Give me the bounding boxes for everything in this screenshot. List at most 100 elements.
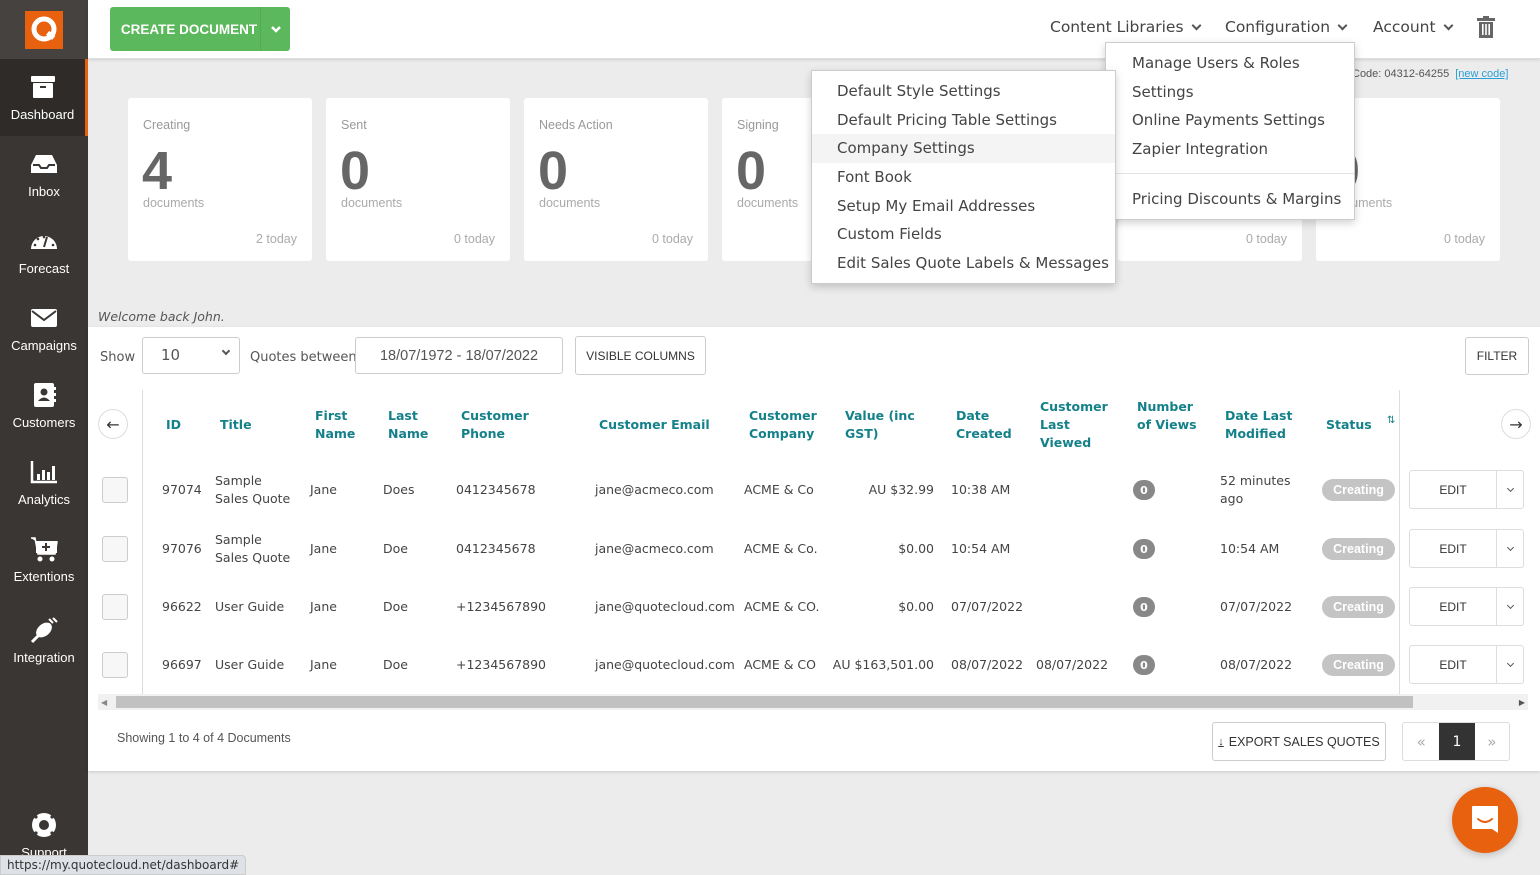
cell-phone: +1234567890 bbox=[456, 599, 547, 614]
horizontal-scrollbar[interactable]: ◀ ▶ bbox=[98, 694, 1528, 710]
envelope-icon bbox=[31, 309, 57, 327]
sidebar-item-campaigns[interactable]: Campaigns bbox=[0, 290, 88, 367]
edit-dropdown-toggle[interactable] bbox=[1496, 646, 1523, 683]
date-range-input[interactable]: 18/07/1972 - 18/07/2022 bbox=[355, 337, 563, 374]
edit-button[interactable]: EDIT bbox=[1410, 530, 1496, 567]
menu-item-font-book[interactable]: Font Book bbox=[812, 163, 1115, 192]
column-header-customer-last-viewed[interactable]: Customer Last Viewed bbox=[1040, 398, 1120, 452]
create-document-label: CREATE DOCUMENT bbox=[120, 21, 258, 37]
page-size-select[interactable]: 10 bbox=[142, 337, 240, 374]
chevron-down-icon bbox=[1506, 659, 1514, 667]
menu-item-default-style[interactable]: Default Style Settings bbox=[812, 77, 1115, 106]
card-unit: documents bbox=[341, 196, 403, 210]
menu-item-default-pricing-table[interactable]: Default Pricing Table Settings bbox=[812, 106, 1115, 135]
new-code-link[interactable]: [new code] bbox=[1455, 68, 1508, 80]
visible-columns-button[interactable]: VISIBLE COLUMNS bbox=[575, 336, 706, 375]
chevron-down-icon bbox=[1506, 601, 1514, 609]
scrollbar-thumb[interactable] bbox=[116, 696, 1413, 708]
sidebar-item-customers[interactable]: Customers bbox=[0, 367, 88, 444]
sidebar-item-analytics[interactable]: Analytics bbox=[0, 444, 88, 521]
cell-value: $0.00 bbox=[898, 599, 934, 614]
filter-button[interactable]: FILTER bbox=[1465, 337, 1529, 375]
cell-company: ACME & Co. bbox=[744, 541, 818, 556]
code-text: Code: 04312-64255 bbox=[1352, 68, 1450, 80]
edit-dropdown-toggle[interactable] bbox=[1496, 471, 1523, 508]
menu-item-email-addresses[interactable]: Setup My Email Addresses bbox=[812, 191, 1115, 220]
sidebar-item-label: Campaigns bbox=[11, 338, 77, 353]
row-checkbox[interactable] bbox=[102, 652, 128, 678]
scroll-right-arrow-icon[interactable]: ▶ bbox=[1519, 698, 1525, 707]
chevron-down-icon bbox=[1506, 484, 1514, 492]
cell-company: ACME & CO. bbox=[744, 599, 820, 614]
pagination-prev[interactable]: « bbox=[1403, 723, 1439, 760]
column-header-date-created[interactable]: Date Created bbox=[956, 407, 1016, 443]
sort-alpha-icon[interactable]: ⇅ bbox=[1387, 416, 1395, 426]
edit-button[interactable]: EDIT bbox=[1410, 471, 1496, 508]
download-icon: ↓ bbox=[1218, 735, 1224, 748]
menu-configuration[interactable]: Configuration bbox=[1225, 18, 1348, 36]
stat-card-sent[interactable]: Sent 0 documents 0 today bbox=[326, 98, 510, 261]
sidebar-item-forecast[interactable]: Forecast bbox=[0, 213, 88, 290]
column-header-last-name[interactable]: Last Name bbox=[388, 407, 438, 443]
column-header-value[interactable]: Value (inc GST) bbox=[845, 407, 925, 443]
menu-item-zapier[interactable]: Zapier Integration bbox=[1106, 135, 1354, 164]
page-size-value: 10 bbox=[161, 346, 181, 364]
column-header-number-of-views[interactable]: Number of Views bbox=[1137, 398, 1199, 434]
trash-icon[interactable] bbox=[1477, 16, 1495, 38]
logo[interactable] bbox=[0, 0, 88, 59]
edit-dropdown-toggle[interactable] bbox=[1496, 530, 1523, 567]
chat-launcher-button[interactable] bbox=[1452, 787, 1518, 853]
cell-email: jane@acmeco.com bbox=[595, 482, 714, 497]
column-header-title[interactable]: Title bbox=[220, 416, 252, 434]
cell-date-created: 08/07/2022 bbox=[951, 657, 1024, 672]
cell-date-modified: 07/07/2022 bbox=[1220, 599, 1293, 614]
cell-first-name: Jane bbox=[310, 657, 337, 672]
column-header-status[interactable]: Status bbox=[1326, 416, 1372, 434]
menu-item-pricing-discounts[interactable]: Pricing Discounts & Margins bbox=[1106, 184, 1354, 213]
menu-item-manage-users-roles[interactable]: Manage Users & Roles bbox=[1106, 49, 1354, 78]
sidebar-item-integration[interactable]: Integration bbox=[0, 598, 88, 682]
scroll-left-arrow-icon[interactable]: ◀ bbox=[101, 698, 107, 707]
cell-id: 96697 bbox=[162, 657, 202, 672]
sidebar-item-inbox[interactable]: Inbox bbox=[0, 136, 88, 213]
cell-email: jane@quotecloud.com bbox=[595, 657, 735, 672]
menu-item-online-payments[interactable]: Online Payments Settings bbox=[1106, 106, 1354, 135]
column-header-customer-email[interactable]: Customer Email bbox=[599, 416, 710, 434]
column-header-id[interactable]: ID bbox=[166, 416, 181, 434]
menu-item-edit-labels-messages[interactable]: Edit Sales Quote Labels & Messages bbox=[812, 249, 1115, 278]
edit-button[interactable]: EDIT bbox=[1410, 646, 1496, 683]
cell-title: User Guide bbox=[215, 599, 285, 614]
row-checkbox[interactable] bbox=[102, 536, 128, 562]
menu-item-settings[interactable]: Settings bbox=[1106, 78, 1354, 107]
sidebar-item-extentions[interactable]: Extentions bbox=[0, 521, 88, 598]
create-document-button[interactable]: CREATE DOCUMENT bbox=[110, 7, 290, 51]
stat-card-creating[interactable]: Creating 4 documents 2 today bbox=[128, 98, 312, 261]
row-checkbox[interactable] bbox=[102, 594, 128, 620]
create-document-dropdown-toggle[interactable] bbox=[260, 7, 290, 51]
card-today: 0 today bbox=[453, 232, 495, 246]
column-header-date-last-modified[interactable]: Date Last Modified bbox=[1225, 407, 1297, 443]
pagination-page-current[interactable]: 1 bbox=[1439, 723, 1475, 760]
settings-submenu: Default Style Settings Default Pricing T… bbox=[811, 70, 1116, 285]
welcome-message: Welcome back John. bbox=[98, 309, 225, 324]
life-ring-icon bbox=[32, 812, 56, 837]
export-sales-quotes-button[interactable]: ↓ EXPORT SALES QUOTES bbox=[1212, 722, 1386, 761]
menu-item-company-settings[interactable]: Company Settings bbox=[812, 134, 1115, 163]
menu-content-libraries[interactable]: Content Libraries bbox=[1050, 18, 1201, 36]
column-header-customer-company[interactable]: Customer Company bbox=[749, 407, 829, 443]
scroll-right-button[interactable]: → bbox=[1501, 409, 1531, 439]
sidebar-item-dashboard[interactable]: Dashboard bbox=[0, 59, 88, 136]
pagination-next[interactable]: » bbox=[1475, 723, 1509, 760]
stat-card-needs-action[interactable]: Needs Action 0 documents 0 today bbox=[524, 98, 708, 261]
row-checkbox[interactable] bbox=[102, 477, 128, 503]
menu-account[interactable]: Account bbox=[1373, 18, 1454, 36]
cart-plus-icon bbox=[31, 537, 58, 562]
scroll-left-button[interactable]: ← bbox=[98, 409, 128, 439]
column-header-first-name[interactable]: First Name bbox=[315, 407, 365, 443]
menu-item-custom-fields[interactable]: Custom Fields bbox=[812, 220, 1115, 249]
column-header-customer-phone[interactable]: Customer Phone bbox=[461, 407, 541, 443]
documents-panel: Show 10 Quotes between 18/07/1972 - 18/0… bbox=[88, 327, 1540, 771]
edit-dropdown-toggle[interactable] bbox=[1496, 588, 1523, 625]
edit-button[interactable]: EDIT bbox=[1410, 588, 1496, 625]
quotes-between-label: Quotes between bbox=[250, 350, 357, 365]
